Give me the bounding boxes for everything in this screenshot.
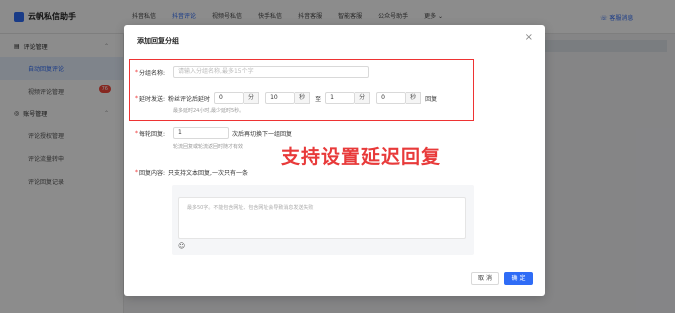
seconds-unit: 秒 <box>295 92 311 104</box>
dialog-title: 添加回复分组 <box>137 37 179 45</box>
rounds-hint: 轮流回复或轮流返回时随才有效 <box>173 144 244 150</box>
cancel-button[interactable]: 取 消 <box>471 272 499 285</box>
delay-hint: 最多延时24小时,最少延时5秒。 <box>173 108 245 114</box>
minutes-unit: 分 <box>244 92 260 104</box>
rounds-input[interactable]: 1 <box>173 127 230 139</box>
seconds-unit: 秒 <box>406 92 422 104</box>
rounds-row: * 每轮回复: 1 次后再切换下一组回复 <box>135 127 293 139</box>
delay-to-seconds-input[interactable]: 0 <box>376 92 407 104</box>
delay-to-minutes-input[interactable]: 1 <box>325 92 356 104</box>
delay-from-seconds-input[interactable]: 10 <box>265 92 296 104</box>
feature-annotation: 支持设置延迟回复 <box>281 146 442 168</box>
content-row: * 回复内容: 只支持文本回复,一次只有一条 <box>135 169 248 177</box>
group-name-input[interactable]: 请输入分组名称,最多15个字 <box>173 66 370 78</box>
reply-content-textarea[interactable]: 最多50字。不能包含网址、包含网址会导致消息发送失败 <box>178 197 466 239</box>
delay-from-minutes-input[interactable]: 0 <box>214 92 245 104</box>
emoji-icon[interactable]: ☺ <box>178 242 185 250</box>
close-icon[interactable]: × <box>525 32 533 43</box>
group-name-row: * 分组名称: 请输入分组名称,最多15个字 <box>135 66 370 78</box>
minutes-unit: 分 <box>355 92 371 104</box>
add-reply-group-dialog: 添加回复分组 × * 分组名称: 请输入分组名称,最多15个字 * 延时发送: … <box>124 25 545 296</box>
confirm-button[interactable]: 确 定 <box>504 272 533 285</box>
delay-row: * 延时发送: 粉丝评论后延时 0 分 10 秒 至 1 分 0 秒 回复 <box>135 92 438 104</box>
